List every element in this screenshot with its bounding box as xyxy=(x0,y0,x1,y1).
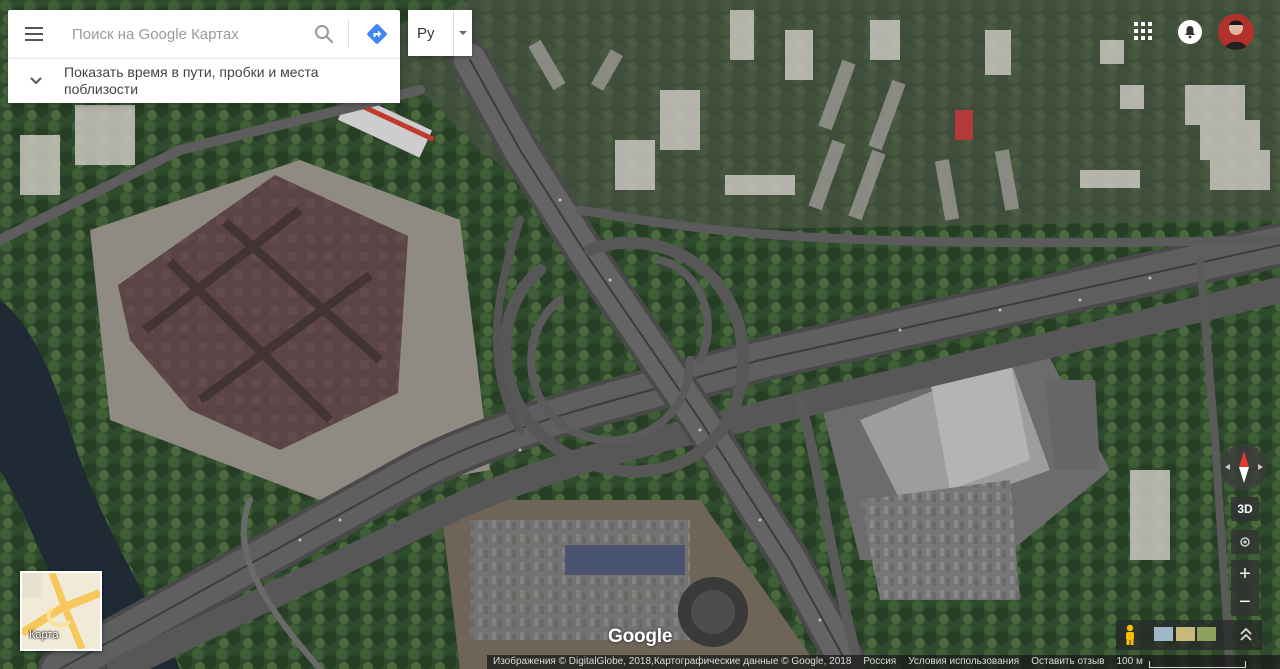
pegman-icon[interactable] xyxy=(1122,624,1138,646)
dropdown-arrow-icon xyxy=(459,31,467,35)
map-type-label: Карта xyxy=(29,629,59,641)
avatar[interactable] xyxy=(1218,14,1254,50)
menu-icon[interactable] xyxy=(8,10,60,58)
search-input[interactable] xyxy=(60,14,306,54)
attribution-footer: Изображения © DigitalGlobe, 2018,Картогр… xyxy=(487,655,1280,669)
zoom-controls: + − xyxy=(1231,560,1259,616)
locate-icon xyxy=(1240,537,1250,547)
compass-icon xyxy=(1225,451,1263,483)
layer-thumbnail-3[interactable] xyxy=(1197,627,1216,641)
directions-icon xyxy=(367,24,387,44)
terms-link[interactable]: Условия использования xyxy=(902,655,1025,669)
feedback-link[interactable]: Оставить отзыв xyxy=(1025,655,1110,669)
imagery-attribution: Изображения © DigitalGlobe, 2018,Картогр… xyxy=(493,656,852,667)
travel-info-label: Показать время в пути, пробки и места по… xyxy=(64,64,319,97)
travel-info-toggle[interactable]: Показать время в пути, пробки и места по… xyxy=(8,58,400,103)
zoom-in-button[interactable]: + xyxy=(1231,560,1259,588)
compass-button[interactable] xyxy=(1221,444,1267,490)
country-link[interactable]: Россия xyxy=(857,655,902,669)
my-location-button[interactable] xyxy=(1231,530,1259,554)
layer-thumbnail-1[interactable] xyxy=(1154,627,1173,641)
layer-thumbnail-2[interactable] xyxy=(1176,627,1195,641)
language-label: Ру xyxy=(417,24,435,42)
google-logo: Google xyxy=(608,626,673,647)
search-button[interactable] xyxy=(306,10,342,58)
directions-button[interactable] xyxy=(357,10,397,58)
expand-icon[interactable] xyxy=(1238,626,1254,644)
three-d-button[interactable]: 3D xyxy=(1231,497,1259,521)
scale-bar[interactable] xyxy=(1148,660,1246,668)
chevron-down-icon xyxy=(30,77,42,85)
zoom-out-button[interactable]: − xyxy=(1231,588,1259,616)
notifications-icon xyxy=(1185,26,1195,39)
divider xyxy=(348,20,349,48)
search-box xyxy=(8,10,400,58)
language-selector[interactable]: Ру xyxy=(408,10,472,56)
search-icon xyxy=(315,25,334,44)
language-dropdown-button[interactable] xyxy=(454,30,472,36)
apps-icon[interactable] xyxy=(1134,22,1154,42)
map-type-toggle[interactable]: Карта xyxy=(20,571,102,651)
notifications-button[interactable] xyxy=(1178,20,1202,44)
scale-label[interactable]: 100 м xyxy=(1110,655,1148,669)
